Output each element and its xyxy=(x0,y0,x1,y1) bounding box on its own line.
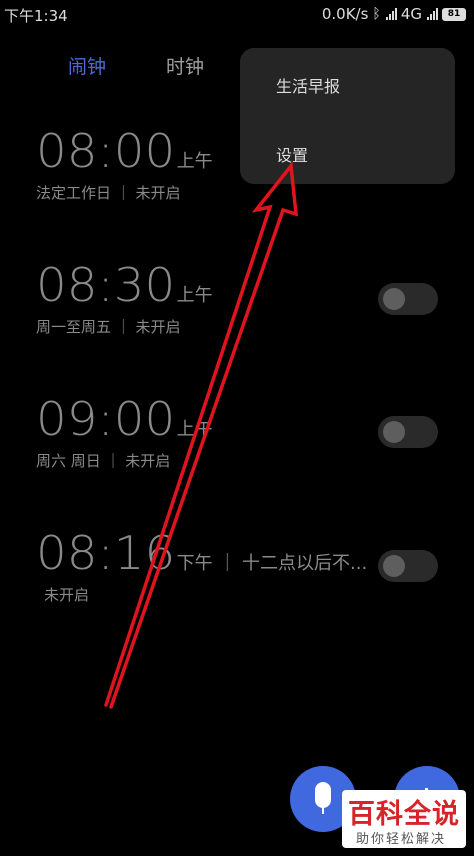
alarm-item[interactable]: 09:00上午 周六 周日 ｜ 未开启 xyxy=(36,392,213,471)
microphone-icon xyxy=(315,782,331,808)
watermark-logo: 百科全说 助你轻松解决 xyxy=(342,790,466,848)
network-speed: 0.0K/s xyxy=(321,5,369,23)
alarm-item[interactable]: 08:30上午 周一至周五 ｜ 未开启 xyxy=(36,258,213,337)
network-type: 4G xyxy=(400,5,422,23)
overflow-menu: 生活早报 设置 xyxy=(240,48,455,184)
alarm-toggle[interactable] xyxy=(378,416,438,448)
battery-icon: 81 xyxy=(442,7,466,21)
alarm-ampm: 上午 xyxy=(176,419,213,440)
toggle-knob xyxy=(383,555,405,577)
alarm-item[interactable]: 08:00上午 法定工作日 ｜ 未开启 xyxy=(36,124,213,203)
alarm-toggle[interactable] xyxy=(378,550,438,582)
tab-clock[interactable]: 时钟 xyxy=(166,52,204,79)
watermark-title: 百科全说 xyxy=(348,799,460,830)
alarm-item[interactable]: 08:16下午 ｜ 十二点以后不... 未开启 xyxy=(36,526,367,605)
status-indicators: 0.0K/s ᛒ 4G 81 xyxy=(318,5,466,23)
alarm-subtitle: 周一至周五 ｜ 未开启 xyxy=(36,318,181,336)
toggle-knob xyxy=(383,421,405,443)
alarm-subtitle: 周六 周日 ｜ 未开启 xyxy=(36,452,171,470)
alarm-subtitle: 未开启 xyxy=(44,586,90,604)
alarm-time: 08:30 xyxy=(36,258,176,312)
status-time: 下午1:34 xyxy=(4,7,68,25)
alarm-time: 09:00 xyxy=(36,392,176,446)
alarm-ampm: 下午 ｜ 十二点以后不... xyxy=(176,553,368,574)
signal-icon xyxy=(426,8,438,20)
alarm-time: 08:16 xyxy=(36,526,176,580)
status-bar: 下午1:34 0.0K/s ᛒ 4G 81 xyxy=(0,0,474,28)
alarm-ampm: 上午 xyxy=(176,285,213,306)
alarm-toggle[interactable] xyxy=(378,283,438,315)
alarm-subtitle: 法定工作日 ｜ 未开启 xyxy=(36,184,181,202)
alarm-time: 08:00 xyxy=(36,124,176,178)
menu-item-settings[interactable]: 设置 xyxy=(276,142,308,166)
alarm-ampm: 上午 xyxy=(176,151,213,172)
toggle-knob xyxy=(383,288,405,310)
microphone-stand xyxy=(322,808,324,814)
tab-alarm[interactable]: 闹钟 xyxy=(68,52,106,79)
bluetooth-icon: ᛒ xyxy=(372,6,381,22)
signal-icon xyxy=(385,8,397,20)
menu-item-daily-report[interactable]: 生活早报 xyxy=(276,73,340,97)
watermark-tagline: 助你轻松解决 xyxy=(356,832,447,847)
